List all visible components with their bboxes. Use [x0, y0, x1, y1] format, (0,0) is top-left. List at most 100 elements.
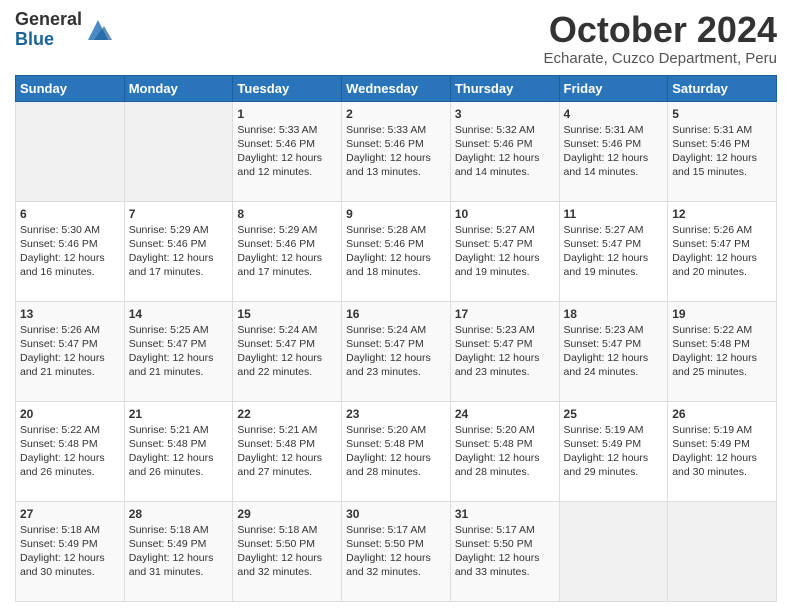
calendar-cell: 21 Sunrise: 5:21 AMSunset: 5:48 PMDayligh…	[124, 401, 233, 501]
day-number: 22	[237, 407, 337, 421]
calendar-cell: 16Sunrise: 5:24 AMSunset: 5:47 PMDayligh…	[342, 301, 451, 401]
day-number: 23	[346, 407, 446, 421]
day-number: 2	[346, 107, 446, 121]
weekday-tuesday: Tuesday	[233, 75, 342, 101]
calendar-cell: 13 Sunrise: 5:26 AMSunset: 5:47 PMDayligh…	[16, 301, 125, 401]
day-number: 24	[455, 407, 555, 421]
day-info: Sunrise: 5:18 AMSunset: 5:49 PMDaylight:…	[20, 523, 120, 580]
day-number: 28	[129, 507, 229, 521]
calendar-cell: 1 Sunrise: 5:33 AMSunset: 5:46 PMDaylight…	[233, 101, 342, 201]
day-number: 21	[129, 407, 229, 421]
day-number: 27	[20, 507, 120, 521]
calendar-cell: 2 Sunrise: 5:33 AMSunset: 5:46 PMDaylight…	[342, 101, 451, 201]
calendar-cell	[559, 501, 668, 601]
day-number: 6	[20, 207, 120, 221]
calendar-cell: 29 Sunrise: 5:18 AMSunset: 5:50 PMDayligh…	[233, 501, 342, 601]
calendar-cell: 7 Sunrise: 5:29 AMSunset: 5:46 PMDaylight…	[124, 201, 233, 301]
week-row-5: 27 Sunrise: 5:18 AMSunset: 5:49 PMDayligh…	[16, 501, 777, 601]
day-info: Sunrise: 5:23 AMSunset: 5:47 PMDaylight:…	[564, 323, 664, 380]
weekday-header-row: SundayMondayTuesdayWednesdayThursdayFrid…	[16, 75, 777, 101]
day-info: Sunrise: 5:25 AMSunset: 5:47 PMDaylight:…	[129, 323, 229, 380]
calendar-cell: 26Sunrise: 5:19 AMSunset: 5:49 PMDayligh…	[668, 401, 777, 501]
day-info: Sunrise: 5:33 AMSunset: 5:46 PMDaylight:…	[346, 123, 446, 180]
calendar-cell: 25Sunrise: 5:19 AMSunset: 5:49 PMDayligh…	[559, 401, 668, 501]
calendar-cell: 22 Sunrise: 5:21 AMSunset: 5:48 PMDayligh…	[233, 401, 342, 501]
page: General Blue October 2024 Echarate, Cuzc…	[0, 0, 792, 612]
day-info: Sunrise: 5:33 AMSunset: 5:46 PMDaylight:…	[237, 123, 337, 180]
day-number: 10	[455, 207, 555, 221]
day-number: 12	[672, 207, 772, 221]
logo: General Blue	[15, 10, 112, 50]
day-info: Sunrise: 5:31 AMSunset: 5:46 PMDaylight:…	[564, 123, 664, 180]
day-info: Sunrise: 5:17 AMSunset: 5:50 PMDaylight:…	[346, 523, 446, 580]
title-block: October 2024 Echarate, Cuzco Department,…	[544, 10, 777, 67]
day-info: Sunrise: 5:18 AMSunset: 5:50 PMDaylight:…	[237, 523, 337, 580]
weekday-sunday: Sunday	[16, 75, 125, 101]
calendar-cell: 9Sunrise: 5:28 AMSunset: 5:46 PMDaylight…	[342, 201, 451, 301]
calendar-cell: 17 Sunrise: 5:23 AMSunset: 5:47 PMDayligh…	[450, 301, 559, 401]
day-number: 18	[564, 307, 664, 321]
day-info: Sunrise: 5:21 AMSunset: 5:48 PMDaylight:…	[237, 423, 337, 480]
weekday-wednesday: Wednesday	[342, 75, 451, 101]
calendar-cell: 15 Sunrise: 5:24 AMSunset: 5:47 PMDayligh…	[233, 301, 342, 401]
header: General Blue October 2024 Echarate, Cuzc…	[15, 10, 777, 67]
day-info: Sunrise: 5:24 AMSunset: 5:47 PMDaylight:…	[237, 323, 337, 380]
calendar-cell: 30 Sunrise: 5:17 AMSunset: 5:50 PMDayligh…	[342, 501, 451, 601]
calendar-cell: 14 Sunrise: 5:25 AMSunset: 5:47 PMDayligh…	[124, 301, 233, 401]
day-info: Sunrise: 5:20 AMSunset: 5:48 PMDaylight:…	[346, 423, 446, 480]
calendar-cell: 12 Sunrise: 5:26 AMSunset: 5:47 PMDayligh…	[668, 201, 777, 301]
day-number: 17	[455, 307, 555, 321]
calendar-cell: 8 Sunrise: 5:29 AMSunset: 5:46 PMDaylight…	[233, 201, 342, 301]
day-number: 14	[129, 307, 229, 321]
day-number: 3	[455, 107, 555, 121]
subtitle: Echarate, Cuzco Department, Peru	[544, 50, 777, 67]
day-number: 30	[346, 507, 446, 521]
day-info: Sunrise: 5:26 AMSunset: 5:47 PMDaylight:…	[20, 323, 120, 380]
day-info: Sunrise: 5:27 AMSunset: 5:47 PMDaylight:…	[455, 223, 555, 280]
calendar-cell: 27 Sunrise: 5:18 AMSunset: 5:49 PMDayligh…	[16, 501, 125, 601]
day-info: Sunrise: 5:27 AMSunset: 5:47 PMDaylight:…	[564, 223, 664, 280]
day-number: 26	[672, 407, 772, 421]
calendar-cell: 6 Sunrise: 5:30 AMSunset: 5:46 PMDaylight…	[16, 201, 125, 301]
calendar-cell	[668, 501, 777, 601]
calendar-cell: 19Sunrise: 5:22 AMSunset: 5:48 PMDayligh…	[668, 301, 777, 401]
day-info: Sunrise: 5:21 AMSunset: 5:48 PMDaylight:…	[129, 423, 229, 480]
day-number: 25	[564, 407, 664, 421]
calendar-cell: 5Sunrise: 5:31 AMSunset: 5:46 PMDaylight…	[668, 101, 777, 201]
day-number: 20	[20, 407, 120, 421]
day-info: Sunrise: 5:20 AMSunset: 5:48 PMDaylight:…	[455, 423, 555, 480]
calendar-cell: 11Sunrise: 5:27 AMSunset: 5:47 PMDayligh…	[559, 201, 668, 301]
calendar-cell: 10 Sunrise: 5:27 AMSunset: 5:47 PMDayligh…	[450, 201, 559, 301]
weekday-friday: Friday	[559, 75, 668, 101]
calendar-cell: 24 Sunrise: 5:20 AMSunset: 5:48 PMDayligh…	[450, 401, 559, 501]
weekday-saturday: Saturday	[668, 75, 777, 101]
calendar-cell	[124, 101, 233, 201]
calendar-cell: 20Sunrise: 5:22 AMSunset: 5:48 PMDayligh…	[16, 401, 125, 501]
calendar-cell: 31Sunrise: 5:17 AMSunset: 5:50 PMDayligh…	[450, 501, 559, 601]
logo-icon	[84, 16, 112, 44]
day-info: Sunrise: 5:23 AMSunset: 5:47 PMDaylight:…	[455, 323, 555, 380]
calendar-cell: 28Sunrise: 5:18 AMSunset: 5:49 PMDayligh…	[124, 501, 233, 601]
day-number: 7	[129, 207, 229, 221]
day-number: 29	[237, 507, 337, 521]
day-number: 19	[672, 307, 772, 321]
day-info: Sunrise: 5:29 AMSunset: 5:46 PMDaylight:…	[129, 223, 229, 280]
day-info: Sunrise: 5:30 AMSunset: 5:46 PMDaylight:…	[20, 223, 120, 280]
calendar-cell: 4Sunrise: 5:31 AMSunset: 5:46 PMDaylight…	[559, 101, 668, 201]
calendar-cell: 3 Sunrise: 5:32 AMSunset: 5:46 PMDaylight…	[450, 101, 559, 201]
week-row-3: 13 Sunrise: 5:26 AMSunset: 5:47 PMDayligh…	[16, 301, 777, 401]
day-number: 15	[237, 307, 337, 321]
day-info: Sunrise: 5:26 AMSunset: 5:47 PMDaylight:…	[672, 223, 772, 280]
day-info: Sunrise: 5:17 AMSunset: 5:50 PMDaylight:…	[455, 523, 555, 580]
calendar-cell: 23 Sunrise: 5:20 AMSunset: 5:48 PMDayligh…	[342, 401, 451, 501]
day-info: Sunrise: 5:29 AMSunset: 5:46 PMDaylight:…	[237, 223, 337, 280]
calendar-table: SundayMondayTuesdayWednesdayThursdayFrid…	[15, 75, 777, 602]
day-info: Sunrise: 5:32 AMSunset: 5:46 PMDaylight:…	[455, 123, 555, 180]
day-number: 8	[237, 207, 337, 221]
day-info: Sunrise: 5:24 AMSunset: 5:47 PMDaylight:…	[346, 323, 446, 380]
day-number: 1	[237, 107, 337, 121]
day-number: 13	[20, 307, 120, 321]
weekday-thursday: Thursday	[450, 75, 559, 101]
calendar-cell	[16, 101, 125, 201]
week-row-2: 6 Sunrise: 5:30 AMSunset: 5:46 PMDaylight…	[16, 201, 777, 301]
